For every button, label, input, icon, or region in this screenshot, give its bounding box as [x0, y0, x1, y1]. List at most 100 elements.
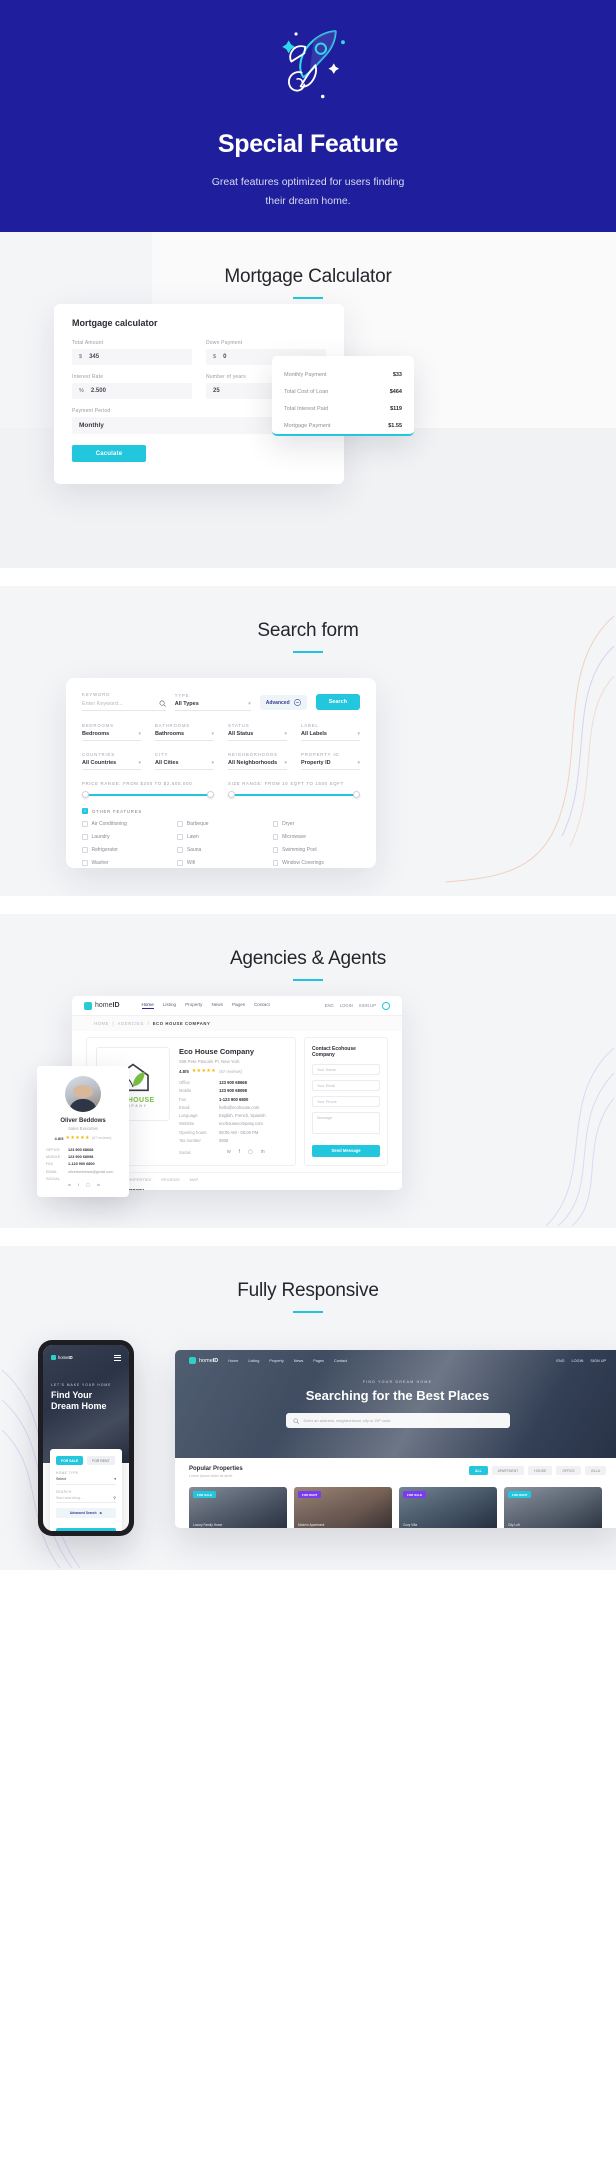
select-control[interactable]: Property ID ▾ [301, 760, 360, 770]
brand-logo[interactable]: homeID [51, 1355, 73, 1361]
detail-value[interactable]: oliverbeddows@gmail.com [68, 1170, 120, 1174]
facebook-icon[interactable]: f [239, 1149, 240, 1155]
contact-message-textarea[interactable]: Message [312, 1112, 380, 1134]
price-range-slider[interactable] [82, 791, 214, 799]
tab-map[interactable]: MAP [190, 1177, 199, 1182]
nav-item-pages[interactable]: Pages [232, 1002, 245, 1009]
feature-checkbox-item[interactable]: Sauna [177, 847, 264, 853]
checkbox[interactable] [82, 821, 88, 827]
property-card[interactable]: FOR RENT Modern Apartment $2,250,000 [294, 1487, 392, 1528]
nav-item-listing[interactable]: Listing [248, 1359, 259, 1363]
checkbox[interactable] [82, 834, 88, 840]
home-type-select[interactable]: Select ▾ [56, 1477, 116, 1485]
slider-knob-max[interactable] [207, 791, 214, 798]
slider-knob-min[interactable] [82, 791, 89, 798]
hamburger-icon[interactable] [114, 1355, 121, 1361]
twitter-icon[interactable]: w [68, 1182, 71, 1187]
nav-item-news[interactable]: News [211, 1002, 223, 1009]
search-icon[interactable] [292, 1417, 299, 1424]
brand-logo[interactable]: homeID [84, 1001, 120, 1010]
detail-value[interactable]: hello@ecohouse.com [219, 1105, 286, 1110]
checkbox[interactable] [82, 860, 88, 866]
checkbox[interactable] [177, 821, 183, 827]
nav-item-listing[interactable]: Listing [163, 1002, 176, 1009]
feature-checkbox-item[interactable]: Washer [82, 860, 169, 866]
nav-item-property[interactable]: Property [269, 1359, 283, 1363]
feature-checkbox-item[interactable]: Microwave [272, 834, 360, 840]
instagram-icon[interactable]: ▢ [248, 1149, 253, 1155]
feature-checkbox-item[interactable]: Barbeque [177, 821, 264, 827]
pill-house[interactable]: HOUSE [528, 1466, 553, 1475]
login-link[interactable]: LOGIN [572, 1359, 584, 1363]
tab-reviews[interactable]: REVIEWS [161, 1177, 179, 1182]
detail-value[interactable]: ecohousecompany.com [219, 1121, 286, 1126]
language-selector[interactable]: ENG [556, 1359, 564, 1363]
breadcrumb-home[interactable]: HOME [94, 1021, 109, 1026]
facebook-icon[interactable]: f [78, 1182, 79, 1187]
feature-checkbox-item[interactable]: Window Coverings [272, 860, 360, 866]
calculate-button[interactable]: Caculate [72, 445, 146, 462]
nav-item-pages[interactable]: Pages [313, 1359, 324, 1363]
desktop-search-input[interactable]: Enter an address, neighborhood, city or … [285, 1413, 510, 1428]
feature-checkbox-item[interactable]: Dryer [272, 821, 360, 827]
nav-item-news[interactable]: News [294, 1359, 304, 1363]
instagram-icon[interactable]: ▢ [86, 1182, 90, 1187]
feature-checkbox-item[interactable]: Laundry [82, 834, 169, 840]
send-message-button[interactable]: Send Message [312, 1144, 380, 1157]
type-select[interactable]: All Types ▾ [174, 701, 251, 711]
search-icon[interactable]: ⚲ [113, 1496, 116, 1500]
advanced-toggle[interactable]: Advanced [259, 695, 307, 710]
pill-apartment[interactable]: APARTMENT [491, 1466, 525, 1475]
twitter-icon[interactable]: w [227, 1149, 231, 1155]
keyword-input[interactable]: Enter Keyword... [82, 700, 166, 711]
search-icon[interactable] [159, 700, 166, 707]
property-card[interactable]: FOR SALE Luxury Family Home $1,350,000 [189, 1487, 287, 1528]
property-card[interactable]: FOR SALE Cozy Villa $1,100,000 [399, 1487, 497, 1528]
contact-email-input[interactable]: Your Email [312, 1080, 380, 1091]
login-link[interactable]: LOGIN [340, 1003, 353, 1008]
select-control[interactable]: All Countries ▾ [82, 760, 141, 770]
property-card[interactable]: FOR RENT City Loft $980,000 [504, 1487, 602, 1528]
breadcrumb-agencies[interactable]: AGENCIES [117, 1021, 143, 1026]
nav-item-contact[interactable]: Contact [254, 1002, 270, 1009]
select-control[interactable]: All Neighborhoods ▾ [228, 760, 287, 770]
tab-for-rent[interactable]: FOR RENT [87, 1456, 115, 1465]
select-control[interactable]: All Labels ▾ [301, 731, 360, 741]
checkbox[interactable] [177, 834, 183, 840]
pill-villa[interactable]: VILLA [584, 1466, 606, 1475]
slider-knob-min[interactable] [228, 791, 235, 798]
feature-checkbox-item[interactable]: Lawn [177, 834, 264, 840]
search-button[interactable]: Search [315, 694, 360, 710]
checkbox[interactable] [272, 860, 279, 866]
pill-all[interactable]: ALL [469, 1466, 488, 1475]
feature-checkbox-item[interactable]: Wifi [177, 860, 264, 866]
interest-rate-input[interactable]: % 2.500 [72, 383, 192, 399]
mobile-search-button[interactable]: Search [56, 1528, 116, 1531]
checkbox[interactable] [272, 834, 279, 840]
total-amount-input[interactable]: $ 345 [72, 349, 192, 365]
feature-checkbox-item[interactable]: Refrigerator [82, 847, 169, 853]
select-control[interactable]: Bedrooms ▾ [82, 731, 141, 741]
select-control[interactable]: All Cities ▾ [155, 760, 214, 770]
feature-checkbox-item[interactable]: Swimming Pool [272, 847, 360, 853]
brand-logo[interactable]: homeID [189, 1357, 218, 1364]
nav-item-contact[interactable]: Contact [334, 1359, 347, 1363]
size-range-slider[interactable] [228, 791, 360, 799]
mobile-search-input[interactable]: Start searching... ⚲ [56, 1496, 116, 1503]
select-control[interactable]: All Status ▾ [228, 731, 287, 741]
contact-phone-input[interactable]: Your Phone [312, 1096, 380, 1107]
mobile-advanced-toggle[interactable]: Advanced Search ⊕ [56, 1508, 116, 1518]
nav-item-home[interactable]: Home [228, 1359, 238, 1363]
nav-item-property[interactable]: Property [185, 1002, 202, 1009]
nav-item-home[interactable]: Home [141, 1002, 154, 1009]
cart-icon[interactable] [382, 1001, 390, 1010]
checkbox[interactable] [272, 847, 279, 853]
tab-for-sale[interactable]: FOR SALE [56, 1456, 84, 1465]
pill-office[interactable]: OFFICE [556, 1466, 581, 1475]
signup-link[interactable]: SIGN UP [359, 1003, 376, 1008]
contact-name-input[interactable]: Your Name [312, 1064, 380, 1075]
tab-properties[interactable]: PROPERTIES [126, 1177, 152, 1182]
select-control[interactable]: Bathrooms ▾ [155, 731, 214, 741]
linkedin-icon[interactable]: in [261, 1149, 265, 1155]
checkbox[interactable] [177, 860, 183, 866]
